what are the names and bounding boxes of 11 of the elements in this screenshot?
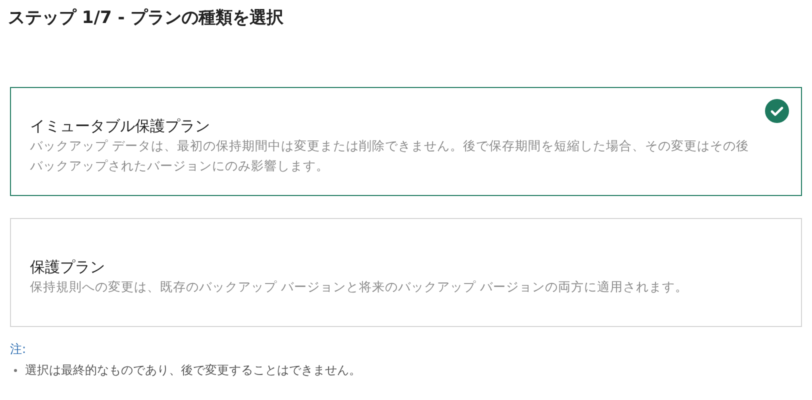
plan-name: 保護プラン (30, 256, 106, 276)
note-label: 注: (10, 341, 28, 357)
plan-option-card[interactable]: 保護プラン 保持規則への変更は、既存のバックアップ バージョンと将来のバックアップ バージョンの両方に適用されます。 (10, 218, 802, 327)
note-item: 選択は最終的なものであり、後で変更することはできません。 (25, 362, 361, 378)
step-title: ステップ 1/7 - プランの種類を選択 (8, 7, 285, 29)
bullet-icon (14, 368, 17, 372)
plan-description: 保持規則への変更は、既存のバックアップ バージョンと将来のバックアップ バージョンの両方に適用されます。 (30, 278, 689, 296)
plan-description: バックアップ データは、最初の保持期間中は変更または削除できません。後で保存期間を短縮した場合、その変更はその後バックアップされたバージョンにのみ影響します。 (30, 136, 750, 174)
plan-name: イミュータブル保護プラン (30, 116, 211, 136)
checkmark-icon (765, 99, 789, 123)
plan-option-card[interactable]: イミュータブル保護プラン バックアップ データは、最初の保持期間中は変更または削除できません。後で保存期間を短縮した場合、その変更はその後バックアップされたバージョンにのみ影響します。 (10, 87, 802, 196)
